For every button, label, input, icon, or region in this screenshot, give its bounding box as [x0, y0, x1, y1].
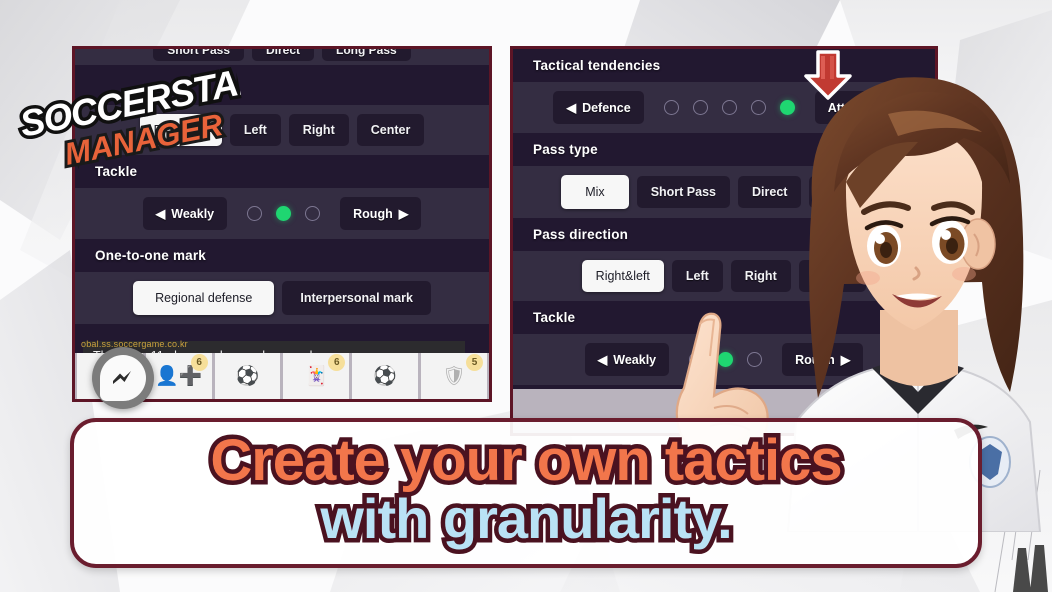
left-option-interpersonal-mark[interactable]: Interpersonal mark — [282, 281, 431, 315]
right-tackle-weakly-button[interactable]: ◀ Weakly — [584, 343, 670, 376]
right-option-right-left[interactable]: Right&left — [581, 260, 664, 292]
left-option-direct[interactable]: Direct — [252, 49, 315, 61]
left-arrow-icon: ◀ — [597, 353, 608, 367]
left-tackle-weakly-label: Weakly — [171, 206, 215, 221]
right-tendency-dot-1[interactable] — [692, 100, 708, 115]
messenger-bubble-icon[interactable] — [92, 347, 154, 409]
shield-icon: 🛡 — [441, 366, 467, 387]
right-arrow-icon: ▶ — [398, 207, 409, 221]
tray-item-tactics-2[interactable]: ⚽ — [352, 353, 419, 399]
left-tackle-dot-1[interactable] — [276, 206, 292, 221]
left-arrow-icon: ◀ — [155, 207, 166, 221]
tray-badge-cards: 6 — [328, 354, 346, 371]
tray-badge-player-plus: 6 — [190, 354, 208, 371]
tray-item-player-plus[interactable]: 👤➕ 6 — [145, 353, 212, 399]
left-tackle-slider: ◀ Weakly Rough ▶ — [75, 188, 489, 239]
left-option-center[interactable]: Center — [356, 114, 425, 146]
right-tendency-dot-0[interactable] — [663, 100, 679, 115]
headline-text-group: Create your own tactics with granularity… — [206, 424, 847, 555]
left-option-regional-defense[interactable]: Regional defense — [133, 281, 275, 315]
left-tackle-weakly-button[interactable]: ◀ Weakly — [142, 197, 228, 230]
left-url-text: obal.ss.soccergame.co.kr — [81, 339, 188, 349]
left-tackle-dot-2[interactable] — [305, 206, 321, 221]
right-option-mix[interactable]: Mix — [561, 175, 629, 209]
left-arrow-icon: ◀ — [566, 101, 577, 115]
right-option-short-pass[interactable]: Short Pass — [636, 176, 730, 208]
messenger-bolt-icon — [113, 371, 131, 384]
right-tackle-weakly-label: Weakly — [613, 352, 657, 367]
tray-item-cards[interactable]: 🃏 6 — [283, 353, 350, 399]
headline-line-2: with granularity. — [319, 487, 731, 550]
right-tendency-dot-2[interactable] — [721, 100, 737, 115]
tray-item-shield[interactable]: 🛡 5 — [421, 353, 487, 399]
left-tackle-rough-label: Rough — [353, 206, 393, 221]
tactics-flag-icon: ⚽ — [373, 366, 398, 387]
left-one-to-one-options: Regional defense Interpersonal mark — [75, 272, 489, 324]
left-tackle-dots — [247, 206, 321, 221]
left-option-long-pass[interactable]: Long Pass — [322, 49, 411, 61]
left-top-partial-row: Short Pass Direct Long Pass — [75, 49, 489, 65]
left-tackle-rough-button[interactable]: Rough ▶ — [340, 197, 422, 230]
left-tackle-dot-0[interactable] — [247, 206, 263, 221]
right-tendency-dot-3[interactable] — [750, 100, 766, 115]
left-section-header-one-to-one: One-to-one mark — [75, 239, 489, 272]
headline-line-1: Create your own tactics — [210, 428, 841, 493]
tray-item-tactics-1[interactable]: ⚽ — [214, 353, 281, 399]
tactics-flag-icon: ⚽ — [235, 366, 260, 387]
right-option-left[interactable]: Left — [671, 260, 723, 292]
left-option-right[interactable]: Right — [288, 114, 349, 146]
tray-badge-shield: 5 — [465, 354, 483, 371]
messenger-bubble-inner — [100, 355, 146, 401]
right-defence-button[interactable]: ◀ Defence — [553, 91, 644, 124]
right-defence-label: Defence — [582, 100, 631, 115]
cards-icon: 🃏 — [304, 366, 329, 387]
